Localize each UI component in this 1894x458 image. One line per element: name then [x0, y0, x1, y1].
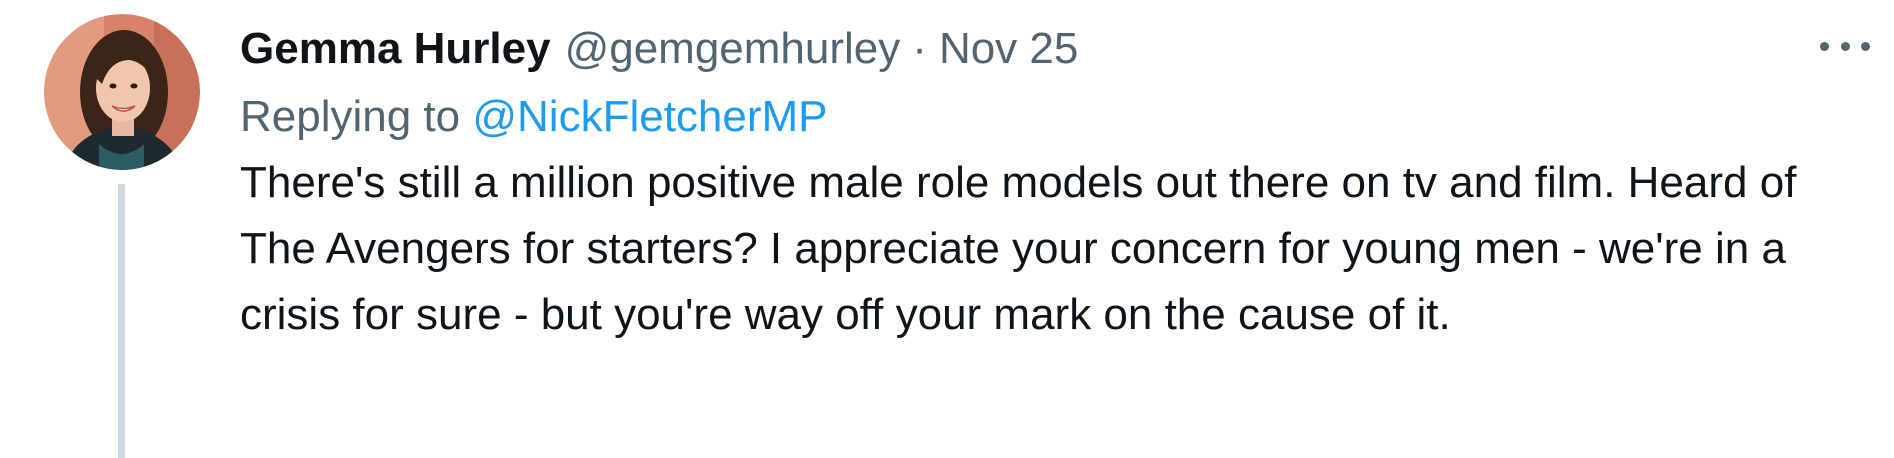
replying-to-label: Replying to — [240, 92, 473, 141]
tweet-header: Gemma Hurley @gemgemhurley · Nov 25 — [240, 14, 1860, 84]
more-horizontal-icon-dot — [1861, 41, 1870, 51]
replying-to-line: Replying to @NickFletcherMP — [240, 84, 1860, 150]
tweet-date[interactable]: Nov 25 — [939, 14, 1078, 84]
author-name[interactable]: Gemma Hurley — [240, 14, 551, 84]
separator-dot: · — [912, 24, 927, 73]
more-options-button[interactable] — [1820, 36, 1870, 56]
tweet-text: There's still a million positive male ro… — [240, 158, 1797, 339]
replying-to-handle-link[interactable]: @NickFletcherMP — [472, 92, 827, 141]
more-horizontal-icon-dot — [1840, 41, 1850, 51]
tweet-content: Gemma Hurley @gemgemhurley · Nov 25 Repl… — [240, 14, 1860, 348]
avatar[interactable] — [44, 14, 200, 170]
tweet[interactable]: Gemma Hurley @gemgemhurley · Nov 25 Repl… — [0, 0, 1894, 458]
more-horizontal-icon — [1820, 41, 1829, 51]
avatar-column — [44, 14, 200, 458]
thread-connector-line — [118, 184, 125, 458]
author-handle[interactable]: @gemgemhurley — [565, 14, 901, 84]
